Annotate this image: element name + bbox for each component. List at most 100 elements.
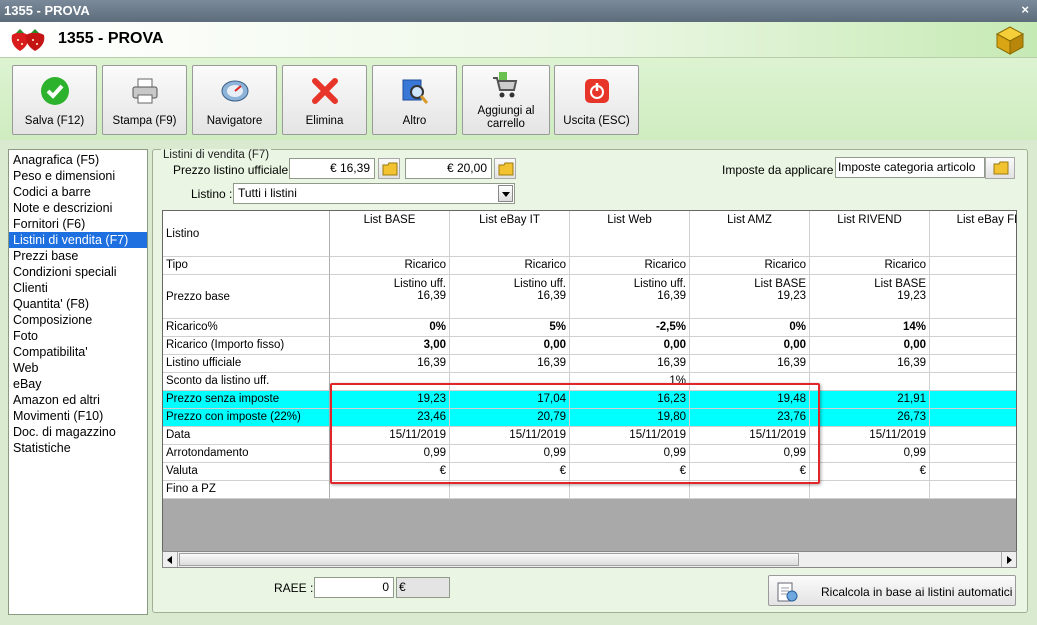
sidebar-item-movimenti[interactable]: Movimenti (F10) <box>9 408 147 424</box>
column-header[interactable]: List RIVEND <box>810 211 930 257</box>
grid-cell[interactable] <box>930 391 1016 409</box>
grid-cell[interactable] <box>930 319 1016 337</box>
grid-cell[interactable]: Listino uff. 16,39 <box>330 275 450 319</box>
grid-cell[interactable]: 21,91 <box>810 391 930 409</box>
grid-cell[interactable]: 26,73 <box>810 409 930 427</box>
grid-cell[interactable] <box>930 463 1016 481</box>
grid-cell[interactable]: 15/11 <box>930 427 1016 445</box>
grid-cell[interactable]: Ricarico <box>330 257 450 275</box>
grid-cell[interactable]: 16,23 <box>570 391 690 409</box>
sidebar-item-clienti[interactable]: Clienti <box>9 280 147 296</box>
grid-cell[interactable]: Listino uff. 16,39 <box>450 275 570 319</box>
grid-cell[interactable]: 16,39 <box>330 355 450 373</box>
grid-cell[interactable]: Ricarico <box>450 257 570 275</box>
sidebar-item-quantita[interactable]: Quantita' (F8) <box>9 296 147 312</box>
sidebar-item-composizione[interactable]: Composizione <box>9 312 147 328</box>
grid-cell[interactable]: 0,00 <box>810 337 930 355</box>
grid-cell[interactable]: 0,99 <box>810 445 930 463</box>
grid-cell[interactable]: R <box>930 257 1016 275</box>
scroll-right-icon[interactable] <box>1001 552 1016 567</box>
grid-cell[interactable]: 16,39 <box>450 355 570 373</box>
grid-cell[interactable]: -2,5% <box>570 319 690 337</box>
column-header[interactable]: List eBay IT <box>450 211 570 257</box>
prezzo-listino-field-2[interactable]: € 20,00 <box>405 158 492 179</box>
scroll-thumb[interactable] <box>179 553 799 566</box>
column-header[interactable]: List BASE <box>330 211 450 257</box>
grid-cell[interactable] <box>930 409 1016 427</box>
grid-cell[interactable]: Listino uff. 16,39 <box>570 275 690 319</box>
grid-cell[interactable]: 19,23 <box>330 391 450 409</box>
prezzo-listino-field[interactable]: € 16,39 <box>289 158 375 179</box>
delete-button[interactable]: Elimina <box>282 65 367 135</box>
sidebar-item-listini-vendita[interactable]: Listini di vendita (F7) <box>9 232 147 248</box>
grid-cell[interactable]: 0,99 <box>450 445 570 463</box>
print-button[interactable]: Stampa (F9) <box>102 65 187 135</box>
horizontal-scrollbar[interactable] <box>162 551 1017 568</box>
scroll-left-icon[interactable] <box>163 552 178 567</box>
grid-cell[interactable]: 23,76 <box>690 409 810 427</box>
grid-cell[interactable]: List BASE 19,23 <box>690 275 810 319</box>
add-to-cart-button[interactable]: Aggiungi al carrello <box>462 65 550 135</box>
grid-cell[interactable]: 15/11/2019 <box>330 427 450 445</box>
grid-cell[interactable]: 15/11/2019 <box>570 427 690 445</box>
chevron-down-icon[interactable] <box>498 185 513 202</box>
sidebar-item-anagrafica[interactable]: Anagrafica (F5) <box>9 152 147 168</box>
sidebar-item-web[interactable]: Web <box>9 360 147 376</box>
more-button[interactable]: Altro <box>372 65 457 135</box>
sidebar-item-peso-dimensioni[interactable]: Peso e dimensioni <box>9 168 147 184</box>
imposte-field[interactable]: Imposte categoria articolo <box>835 157 985 178</box>
sidebar-item-fornitori[interactable]: Fornitori (F6) <box>9 216 147 232</box>
grid-cell[interactable]: 1% <box>570 373 690 391</box>
grid-cell[interactable]: 17,04 <box>450 391 570 409</box>
sidebar-item-amazon[interactable]: Amazon ed altri <box>9 392 147 408</box>
grid-cell[interactable]: 0% <box>330 319 450 337</box>
grid-cell[interactable]: 0,00 <box>450 337 570 355</box>
sidebar-item-compatibilita[interactable]: Compatibilita' <box>9 344 147 360</box>
price-list-grid[interactable]: Listino List BASE List eBay IT List Web List… <box>162 210 1017 568</box>
sidebar-item-codici-barre[interactable]: Codici a barre <box>9 184 147 200</box>
folder-icon[interactable] <box>985 157 1015 179</box>
grid-cell[interactable] <box>450 481 570 499</box>
save-button[interactable]: Salva (F12) <box>12 65 97 135</box>
sidebar-item-prezzi-base[interactable]: Prezzi base <box>9 248 147 264</box>
grid-cell[interactable]: 15/11/2019 <box>450 427 570 445</box>
grid-cell[interactable] <box>930 337 1016 355</box>
grid-cell[interactable]: € <box>570 463 690 481</box>
grid-cell[interactable]: € <box>690 463 810 481</box>
listino-select[interactable]: Tutti i listini <box>233 183 515 204</box>
recalculate-button[interactable]: Ricalcola in base ai listini automatici <box>768 575 1016 606</box>
grid-cell[interactable]: Lis <box>930 275 1016 319</box>
sidebar-item-note-descrizioni[interactable]: Note e descrizioni <box>9 200 147 216</box>
grid-cell[interactable]: Ricarico <box>810 257 930 275</box>
grid-cell[interactable]: 20,79 <box>450 409 570 427</box>
grid-cell[interactable]: 16,39 <box>570 355 690 373</box>
sidebar-item-ebay[interactable]: eBay <box>9 376 147 392</box>
folder-icon[interactable] <box>494 158 516 179</box>
column-header[interactable]: List AMZ <box>690 211 810 257</box>
grid-cell[interactable]: 15/11/2019 <box>690 427 810 445</box>
grid-cell[interactable] <box>690 481 810 499</box>
grid-cell[interactable] <box>570 481 690 499</box>
grid-cell[interactable]: 19,80 <box>570 409 690 427</box>
sidebar-item-condizioni-speciali[interactable]: Condizioni speciali <box>9 264 147 280</box>
sidebar-item-foto[interactable]: Foto <box>9 328 147 344</box>
grid-cell[interactable] <box>810 373 930 391</box>
grid-cell[interactable] <box>450 373 570 391</box>
grid-cell[interactable] <box>930 481 1016 499</box>
grid-cell[interactable] <box>930 355 1016 373</box>
grid-cell[interactable]: List BASE 19,23 <box>810 275 930 319</box>
grid-cell[interactable]: 19,48 <box>690 391 810 409</box>
grid-cell[interactable]: 16,39 <box>810 355 930 373</box>
grid-cell[interactable] <box>330 373 450 391</box>
sidebar-item-doc-magazzino[interactable]: Doc. di magazzino <box>9 424 147 440</box>
raee-field[interactable]: 0 <box>314 577 394 598</box>
grid-cell[interactable]: € <box>810 463 930 481</box>
grid-cell[interactable]: 0,99 <box>690 445 810 463</box>
grid-cell[interactable]: 15/11/2019 <box>810 427 930 445</box>
grid-cell[interactable]: Ricarico <box>570 257 690 275</box>
grid-cell[interactable]: 5% <box>450 319 570 337</box>
grid-cell[interactable]: Ricarico <box>690 257 810 275</box>
grid-cell[interactable] <box>690 373 810 391</box>
navigator-button[interactable]: Navigatore <box>192 65 277 135</box>
grid-cell[interactable]: 0,99 <box>570 445 690 463</box>
